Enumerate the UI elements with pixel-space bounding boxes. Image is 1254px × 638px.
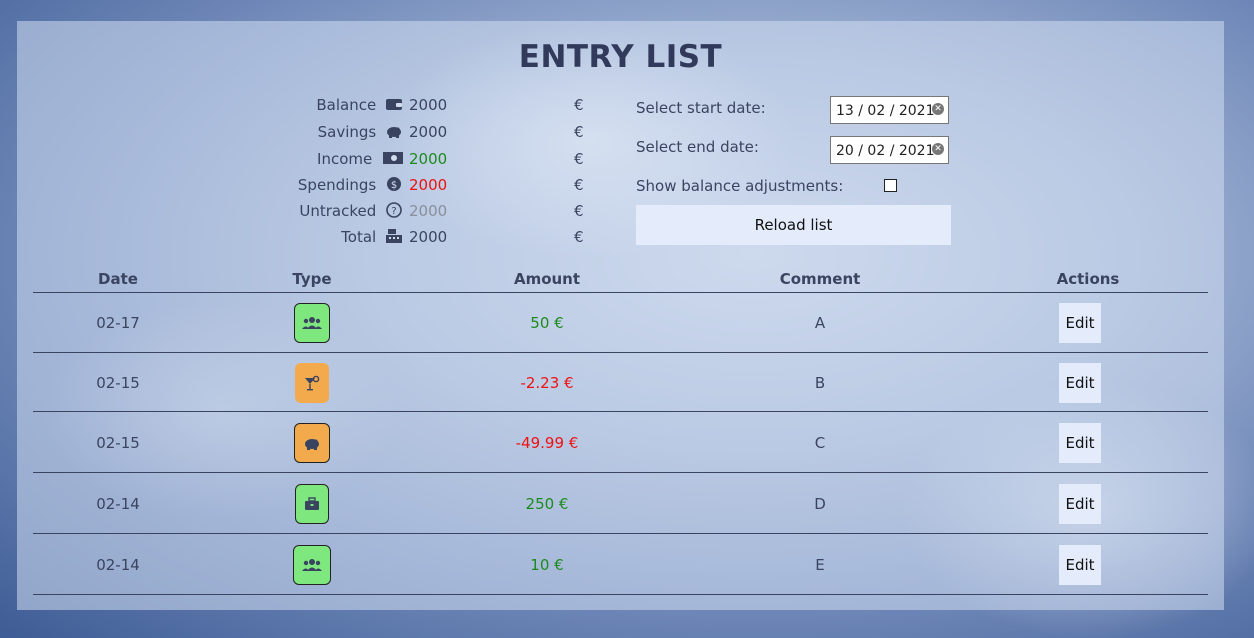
row-comment: A <box>814 314 826 332</box>
summary-value-balance: 2000 <box>409 96 448 114</box>
summary-value-income: 2000 <box>409 150 448 168</box>
summary-label-income: Income <box>317 150 373 168</box>
edit-button[interactable]: Edit <box>1059 545 1101 585</box>
table-row: 02-15 -2.23 € B Edit <box>33 353 1208 412</box>
summary-row-balance: Balance 2000 € <box>17 96 617 118</box>
edit-button[interactable]: Edit <box>1059 484 1101 524</box>
summary-value-total: 2000 <box>409 228 448 246</box>
table-row: 02-17 50 € A Edit <box>33 293 1208 353</box>
table-row: 02-15 -49.99 € C Edit <box>33 412 1208 473</box>
cocktail-icon <box>305 375 320 391</box>
edit-button[interactable]: Edit <box>1059 363 1101 403</box>
column-header-amount: Amount <box>513 270 581 288</box>
briefcase-icon <box>305 497 319 510</box>
row-amount: -2.23 € <box>520 374 574 392</box>
row-date: 02-14 <box>96 556 140 574</box>
summary-currency-untracked: € <box>574 202 584 220</box>
summary-value-savings: 2000 <box>409 123 448 141</box>
edit-button[interactable]: Edit <box>1059 423 1101 463</box>
row-comment: B <box>814 374 826 392</box>
money-bill-icon <box>383 152 403 164</box>
summary-label-balance: Balance <box>316 96 377 114</box>
summary-currency-total: € <box>574 228 584 246</box>
page-title: ENTRY LIST <box>518 39 723 75</box>
column-header-date: Date <box>98 270 138 288</box>
row-comment: D <box>814 495 826 513</box>
entry-list-panel: ENTRY LIST Balance 2000 € Savings 2000 €… <box>17 21 1224 610</box>
summary-currency-income: € <box>574 150 584 168</box>
summary-label-spendings: Spendings <box>297 176 377 194</box>
row-date: 02-17 <box>96 314 140 332</box>
summary-label-untracked: Untracked <box>299 202 377 220</box>
edit-button[interactable]: Edit <box>1059 303 1101 343</box>
summary-currency-savings: € <box>574 123 584 141</box>
balance-adjustments-label: Show balance adjustments: <box>636 177 844 195</box>
piggy-bank-icon <box>305 438 319 450</box>
summary-row-savings: Savings 2000 € <box>17 123 617 145</box>
summary-row-untracked: Untracked ? 2000 € <box>17 202 617 224</box>
type-badge <box>293 545 331 585</box>
summary-value-spendings: 2000 <box>409 176 448 194</box>
end-date-input[interactable]: 20 / 02 / 2021 ✕ <box>830 136 949 164</box>
column-header-type: Type <box>292 270 332 288</box>
summary-row-total: Total 2000 € <box>17 228 617 250</box>
type-badge <box>294 303 330 343</box>
summary-value-untracked: 2000 <box>409 202 448 220</box>
clear-end-date-icon[interactable]: ✕ <box>932 143 944 155</box>
table-row: 02-14 250 € D Edit <box>33 473 1208 534</box>
cash-register-icon <box>386 229 402 243</box>
type-badge <box>295 363 329 403</box>
column-header-actions: Actions <box>1056 270 1120 288</box>
row-comment: C <box>814 434 826 452</box>
table-row: 02-14 10 € E Edit <box>33 534 1208 595</box>
question-circle-icon: ? <box>386 202 402 218</box>
row-date: 02-15 <box>96 434 140 452</box>
summary-currency-spendings: € <box>574 176 584 194</box>
row-comment: E <box>815 556 825 574</box>
row-amount: 10 € <box>530 556 564 574</box>
users-icon <box>302 559 322 571</box>
row-date: 02-14 <box>96 495 140 513</box>
row-amount: -49.99 € <box>515 434 579 452</box>
wallet-icon <box>386 99 402 110</box>
table-header: Date Type Amount Comment Actions <box>33 269 1208 293</box>
summary-row-income: Income 2000 € <box>17 150 617 172</box>
end-date-label: Select end date: <box>636 138 759 156</box>
svg-text:?: ? <box>391 206 396 217</box>
summary-label-total: Total <box>341 228 377 246</box>
row-amount: 250 € <box>525 495 569 513</box>
clear-start-date-icon[interactable]: ✕ <box>932 103 944 115</box>
end-date-value: 20 / 02 / 2021 <box>836 143 935 159</box>
type-badge <box>295 484 329 524</box>
type-badge <box>294 423 330 463</box>
row-date: 02-15 <box>96 374 140 392</box>
svg-text:$: $ <box>391 180 397 191</box>
users-icon <box>302 317 322 329</box>
reload-list-button[interactable]: Reload list <box>636 205 951 245</box>
summary-label-savings: Savings <box>317 123 377 141</box>
start-date-value: 13 / 02 / 2021 <box>836 103 935 119</box>
coin-comment-icon: $ <box>387 177 401 191</box>
start-date-input[interactable]: 13 / 02 / 2021 ✕ <box>830 96 949 124</box>
start-date-label: Select start date: <box>636 99 766 117</box>
summary-row-spendings: Spendings $ 2000 € <box>17 176 617 198</box>
balance-adjustments-checkbox[interactable] <box>884 179 897 192</box>
summary-currency-balance: € <box>574 96 584 114</box>
row-amount: 50 € <box>530 314 564 332</box>
piggy-bank-icon <box>387 127 401 138</box>
column-header-comment: Comment <box>779 270 861 288</box>
